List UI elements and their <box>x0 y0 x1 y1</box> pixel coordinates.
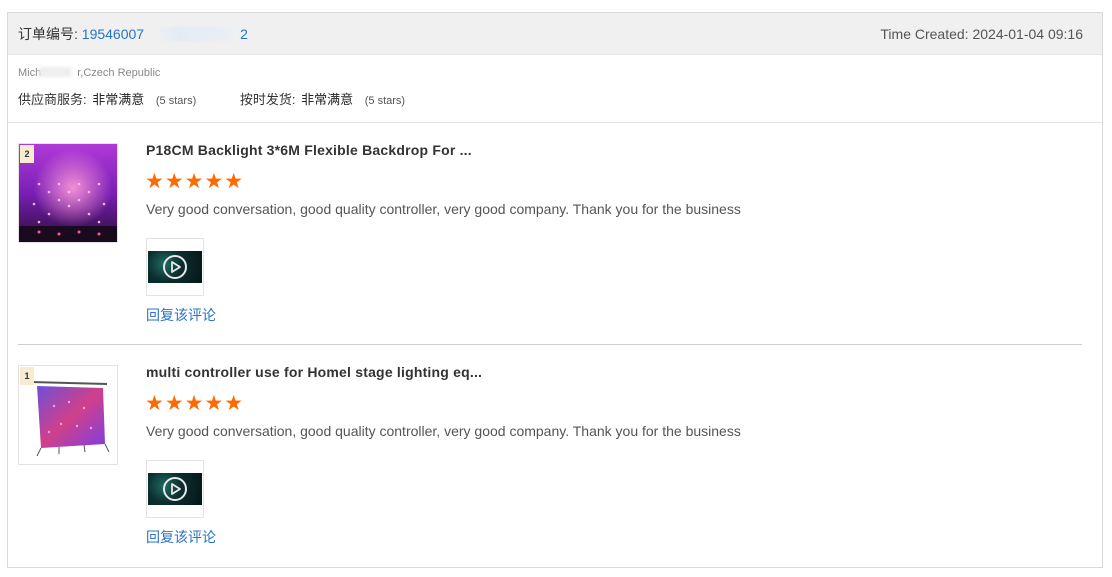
supplier-service-value: 非常满意 <box>92 92 145 107</box>
review-item: 2 P18CM Backlight 3*6M Flexible Backdrop… <box>18 123 1082 345</box>
product-index-badge: 1 <box>20 367 34 385</box>
on-time-stars: (5 stars) <box>364 95 406 107</box>
product-index-badge: 2 <box>20 145 34 163</box>
video-preview <box>148 473 202 505</box>
order-info: 订单编号: 19546007 2 <box>18 24 248 44</box>
supplier-service-label: 供应商服务: <box>18 92 87 107</box>
on-time-delivery-rating: 按时发货: 非常满意 (5 stars) <box>240 89 405 108</box>
play-icon <box>163 255 187 279</box>
product-thumbnail[interactable]: 2 <box>18 143 118 243</box>
review-item: 1 multi controller use for Homel stage l… <box>18 345 1082 567</box>
review-text: Very good conversation, good quality con… <box>146 423 741 439</box>
name-redaction-blur <box>39 67 72 77</box>
order-number-head: 19546007 <box>81 25 145 42</box>
play-icon <box>163 477 187 501</box>
buyer-name-prefix: Mich <box>18 67 42 79</box>
review-card: 订单编号: 19546007 2 Time Created: 2024-01-04… <box>7 12 1103 568</box>
order-number-link[interactable]: 19546007 2 <box>82 26 248 42</box>
product-title[interactable]: multi controller use for Homel stage lig… <box>146 364 482 380</box>
review-video-thumbnail[interactable] <box>146 460 204 518</box>
product-title[interactable]: P18CM Backlight 3*6M Flexible Backdrop F… <box>146 142 472 158</box>
video-preview <box>148 251 202 283</box>
buyer-name-location: Mich r,Czech Republic <box>18 67 1092 79</box>
order-header: 订单编号: 19546007 2 Time Created: 2024-01-04… <box>8 13 1102 55</box>
on-time-value: 非常满意 <box>301 92 354 107</box>
time-created: Time Created: 2024-01-04 09:16 <box>880 25 1083 42</box>
seller-ratings-row: 供应商服务: 非常满意 (5 stars) 按时发货: 非常满意 (5 star… <box>18 89 1092 108</box>
redaction-blur <box>156 26 239 41</box>
order-number-tail: 2 <box>240 25 248 42</box>
supplier-service-rating: 供应商服务: 非常满意 (5 stars) <box>18 89 196 108</box>
star-rating: ★★★★★ <box>145 392 245 415</box>
supplier-service-stars: (5 stars) <box>155 95 197 107</box>
on-time-label: 按时发货: <box>239 92 296 107</box>
buyer-section: Mich r,Czech Republic 供应商服务: 非常满意 (5 star… <box>8 55 1102 123</box>
review-video-thumbnail[interactable] <box>146 238 204 296</box>
order-number-label: 订单编号: <box>18 25 82 42</box>
review-text: Very good conversation, good quality con… <box>146 201 741 217</box>
star-rating: ★★★★★ <box>145 170 245 193</box>
product-thumbnail[interactable]: 1 <box>18 365 118 465</box>
reply-review-link[interactable]: 回复该评论 <box>146 305 216 325</box>
reply-review-link[interactable]: 回复该评论 <box>146 527 216 547</box>
buyer-location: r,Czech Republic <box>77 67 161 79</box>
